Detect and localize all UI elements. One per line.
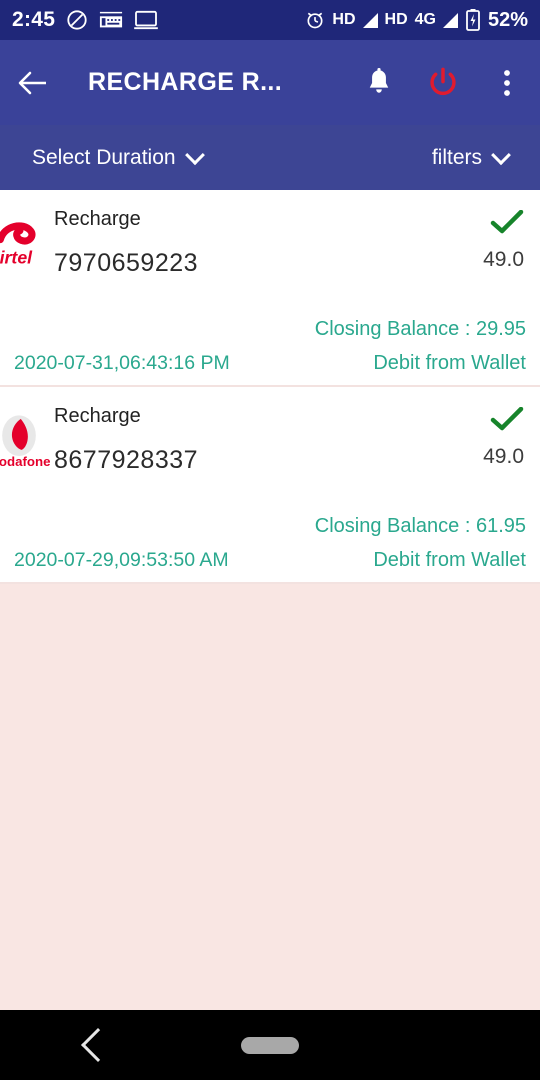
alarm-icon: [305, 10, 325, 30]
transaction-mobile-number: 7970659223: [54, 249, 199, 277]
signal-bars-icon-2: [442, 12, 458, 28]
page-title: RECHARGE R...: [88, 68, 283, 96]
bell-icon[interactable]: [362, 66, 396, 100]
more-vertical-icon[interactable]: [490, 66, 524, 100]
chevron-down-icon: [184, 144, 205, 165]
green-check-icon: [374, 209, 524, 242]
filters-label: filters: [431, 145, 482, 169]
transaction-datetime: 2020-07-31,06:43:16 PM: [14, 352, 230, 374]
battery-charging-icon: [465, 9, 481, 31]
payment-source-label: Debit from Wallet: [373, 352, 526, 374]
svg-text:airtel: airtel: [0, 247, 33, 267]
transaction-row-bottom: 2020-07-31,06:43:16 PM Closing Balance :…: [0, 318, 540, 375]
app-screen: 2:45 HD HD 4G 52% RECHARGE R... Select D…: [0, 0, 540, 1080]
transaction-row-top: vodafone Recharge 8677928337 49.0: [0, 387, 540, 477]
transaction-info: Recharge 8677928337: [50, 405, 374, 475]
status-bar: 2:45 HD HD 4G 52%: [0, 0, 540, 40]
transaction-status-amount: 49.0: [374, 208, 524, 272]
keyboard-icon: [99, 10, 123, 30]
power-icon[interactable]: [426, 66, 460, 100]
transaction-row-bottom: 2020-07-29,09:53:50 AM Closing Balance :…: [0, 515, 540, 572]
transaction-amount: 49.0: [483, 248, 524, 271]
transaction-datetime: 2020-07-29,09:53:50 AM: [14, 549, 229, 571]
closing-balance-label: Closing Balance : 61.95: [314, 515, 526, 537]
status-bar-right: HD HD 4G 52%: [305, 9, 528, 32]
network-type-label: 4G: [414, 11, 436, 28]
select-duration-dropdown[interactable]: Select Duration: [32, 144, 205, 170]
do-not-disturb-icon: [66, 9, 88, 31]
battery-percent-label: 52%: [487, 8, 528, 31]
filters-dropdown[interactable]: filters: [431, 144, 511, 170]
svg-text:vodafone: vodafone: [0, 454, 50, 469]
vodafone-logo-icon: vodafone: [0, 405, 50, 477]
transaction-list[interactable]: airtel Recharge 7970659223 49.0 2020-07-…: [0, 190, 540, 1010]
status-bar-left: 2:45: [12, 8, 159, 32]
transaction-mobile-number: 8677928337: [54, 446, 199, 474]
status-time: 2:45: [12, 8, 56, 31]
back-arrow-icon[interactable]: [16, 66, 50, 100]
nav-home-pill[interactable]: [241, 1036, 299, 1054]
transaction-status-amount: 49.0: [374, 405, 524, 469]
hd-label-2: HD: [384, 11, 408, 28]
transaction-type-label: Recharge: [54, 405, 141, 427]
transaction-amount: 49.0: [483, 445, 524, 468]
transaction-balance-info: Closing Balance : 61.95 Debit from Walle…: [315, 515, 526, 572]
transaction-row[interactable]: vodafone Recharge 8677928337 49.0 2020-0…: [0, 387, 540, 584]
cast-screen-icon: [134, 10, 159, 30]
select-duration-label: Select Duration: [32, 145, 176, 169]
closing-balance-label: Closing Balance : 29.95: [314, 318, 526, 340]
transaction-type-label: Recharge: [54, 208, 141, 230]
nav-back-icon[interactable]: [81, 1028, 115, 1062]
app-bar-actions: [362, 66, 524, 100]
airtel-logo-icon: airtel: [0, 208, 50, 280]
signal-bars-icon-1: [362, 12, 378, 28]
hd-label-1: HD: [332, 11, 356, 28]
transaction-balance-info: Closing Balance : 29.95 Debit from Walle…: [315, 318, 526, 375]
app-bar: RECHARGE R...: [0, 40, 540, 125]
transaction-row-top: airtel Recharge 7970659223 49.0: [0, 190, 540, 280]
green-check-icon: [374, 406, 524, 439]
transaction-row[interactable]: airtel Recharge 7970659223 49.0 2020-07-…: [0, 190, 540, 387]
system-navigation-bar: [0, 1010, 540, 1080]
filter-bar: Select Duration filters: [0, 125, 540, 190]
chevron-down-icon: [491, 144, 511, 165]
payment-source-label: Debit from Wallet: [373, 549, 526, 571]
transaction-info: Recharge 7970659223: [50, 208, 374, 278]
